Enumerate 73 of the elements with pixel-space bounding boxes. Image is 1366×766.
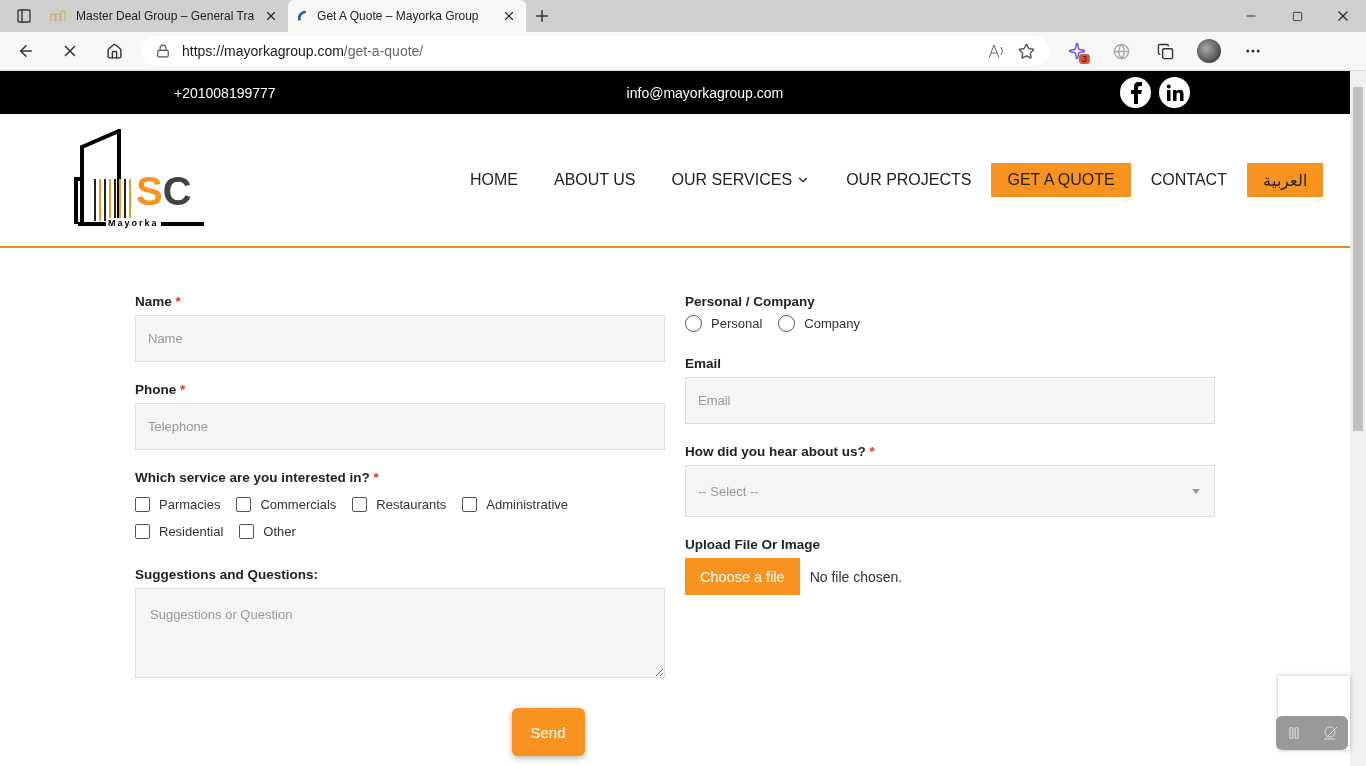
checkbox[interactable]: [352, 497, 368, 512]
avatar: [1197, 39, 1221, 63]
browser-tab[interactable]: Master Deal Group – General Tra: [40, 0, 289, 32]
checkbox[interactable]: [236, 497, 252, 512]
facebook-icon[interactable]: [1120, 77, 1152, 108]
radio-label: Personal: [711, 316, 763, 331]
checkbox-label: Other: [263, 524, 296, 539]
field-label: Which service are you interested in? *: [135, 470, 380, 485]
service-checkbox[interactable]: Administrative: [462, 497, 568, 512]
linkedin-icon[interactable]: [1159, 77, 1191, 108]
nav-button[interactable]: العربية: [1246, 163, 1323, 197]
nav-link[interactable]: OUR SERVICES: [653, 163, 829, 197]
nav-link[interactable]: ABOUT US: [536, 163, 654, 197]
service-checkbox[interactable]: Other: [239, 524, 296, 539]
browser-tab[interactable]: Get A Quote – Mayorka Group: [288, 0, 527, 32]
nav-link[interactable]: OUR PROJECTS: [828, 163, 990, 197]
count-badge: 3: [1079, 54, 1090, 64]
checkbox-label: Administrative: [486, 497, 568, 512]
logo-name: Mayorka: [106, 218, 161, 228]
checkbox[interactable]: [239, 524, 255, 539]
phone-field[interactable]: Telephone: [135, 403, 665, 450]
required-mark: *: [180, 382, 186, 397]
email-field[interactable]: Email: [685, 377, 1215, 424]
radio-button[interactable]: [685, 315, 702, 332]
extension-button[interactable]: 3: [1061, 35, 1093, 67]
service-checkbox[interactable]: Parmacies: [135, 497, 221, 512]
tab-title: Get A Quote – Mayorka Group: [317, 9, 480, 23]
lock-icon: [156, 44, 170, 58]
nav-button[interactable]: GET A QUOTE: [991, 163, 1131, 197]
nav-link[interactable]: CONTACT: [1132, 163, 1245, 197]
field-label: Suggestions and Questions:: [135, 567, 319, 582]
field-label: Upload File Or Image: [685, 537, 822, 552]
name-field[interactable]: Name: [135, 315, 665, 362]
field-label: Phone *: [135, 382, 187, 397]
checkbox-label: Residential: [159, 524, 224, 539]
site-logo-icon: [50, 10, 66, 22]
field-label: Personal / Company: [685, 294, 816, 309]
company-logo[interactable]: SC Mayorka: [74, 129, 206, 231]
phone-number: +201008199777: [174, 84, 276, 101]
radio-button[interactable]: [778, 315, 796, 332]
field-label: How did you hear about us? *: [685, 444, 876, 459]
caret-icon: [1192, 488, 1200, 494]
logo-letter: C: [162, 169, 192, 214]
address-bar[interactable]: https://mayorkagroup.com/get-a-quote/: [142, 36, 1049, 66]
service-checkbox[interactable]: Commercials: [236, 497, 337, 512]
scrollbar[interactable]: [1350, 71, 1366, 766]
sparkle-icon: [1068, 42, 1086, 60]
email-address: info@mayorkagroup.com: [626, 84, 784, 101]
type-radio[interactable]: Company: [778, 315, 860, 332]
checkbox-label: Commercials: [260, 497, 337, 512]
service-checkbox[interactable]: Restaurants: [352, 497, 447, 512]
checkbox[interactable]: [462, 497, 478, 512]
loading-icon: [298, 10, 308, 22]
read-aloud-icon[interactable]: [988, 43, 1006, 59]
required-mark: *: [373, 470, 379, 485]
type-radio[interactable]: Personal: [685, 315, 763, 332]
checkbox-label: Restaurants: [376, 497, 447, 512]
url-text: https://mayorkagroup.com/get-a-quote/: [182, 43, 425, 59]
radio-label: Company: [804, 316, 860, 331]
field-label: Name *: [135, 294, 182, 309]
tab-title: Master Deal Group – General Tra: [76, 9, 255, 23]
service-checkbox[interactable]: Residential: [135, 524, 224, 539]
checkbox-label: Parmacies: [159, 497, 221, 512]
required-mark: *: [869, 444, 875, 459]
checkbox[interactable]: [135, 497, 150, 512]
field-label: Email: [685, 356, 723, 371]
checkbox[interactable]: [135, 524, 150, 539]
file-status: No file chosen.: [809, 568, 903, 585]
logo-letter: S: [136, 169, 163, 214]
favorite-add-icon[interactable]: [1018, 42, 1035, 60]
nav-link[interactable]: HOME: [452, 163, 536, 197]
suggestions-field[interactable]: Suggestions or Question: [135, 588, 665, 678]
required-mark: *: [175, 294, 181, 309]
